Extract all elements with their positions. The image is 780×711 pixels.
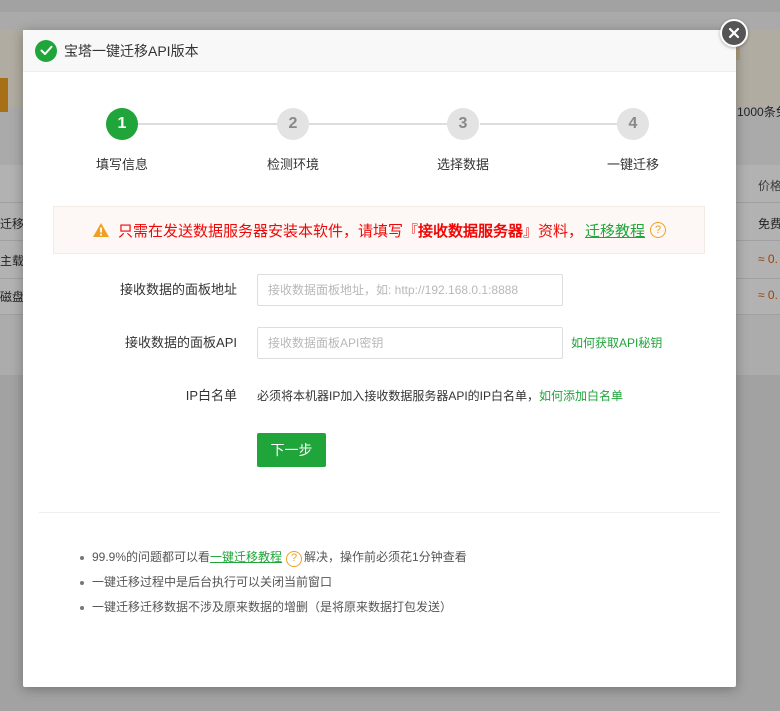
panel-address-row: 接收数据的面板地址 — [23, 274, 736, 306]
warning-text: 只需在发送数据服务器安装本软件，请填写 — [117, 222, 403, 240]
warning-quote-open: 『 — [402, 222, 418, 240]
step-label: 填写信息 — [95, 157, 148, 172]
close-button[interactable] — [720, 19, 748, 47]
migration-dialog: 宝塔一键迁移API版本 1 填写信息 2 检测环境 3 选择数据 4 一键迁移 … — [23, 30, 736, 687]
next-step-button[interactable]: 下一步 — [257, 433, 326, 467]
panel-address-input[interactable] — [257, 274, 563, 306]
step-1: 1 填写信息 — [62, 108, 182, 173]
check-circle-icon — [35, 39, 57, 62]
dialog-header: 宝塔一键迁移API版本 — [23, 30, 736, 72]
step-label: 选择数据 — [436, 157, 489, 172]
get-api-key-link[interactable]: 如何获取API秘钥 — [571, 327, 662, 359]
step-label: 检测环境 — [266, 157, 319, 172]
help-question-icon[interactable]: ? — [286, 550, 303, 567]
tip-text: 99.9%的问题都可以看 — [92, 550, 211, 564]
one-click-tutorial-link[interactable]: 一键迁移教程 — [210, 550, 282, 564]
warning-suffix: 资料， — [538, 222, 584, 240]
step-label: 一键迁移 — [606, 157, 659, 172]
ip-whitelist-description: 必须将本机器IP加入接收数据服务器API的IP白名单， — [257, 389, 540, 403]
step-number: 2 — [277, 108, 309, 140]
step-number: 3 — [447, 108, 479, 140]
warning-quote-close: 』 — [523, 222, 539, 240]
tip-item: 一键迁移过程中是后台执行可以关闭当前窗口 — [80, 570, 467, 595]
step-2: 2 检测环境 — [233, 108, 353, 173]
step-number: 4 — [617, 108, 649, 140]
panel-api-input[interactable] — [257, 327, 563, 359]
progress-steps: 1 填写信息 2 检测环境 3 选择数据 4 一键迁移 — [23, 108, 736, 178]
dialog-title: 宝塔一键迁移API版本 — [64, 42, 199, 59]
tip-item: 一键迁移迁移数据不涉及原来数据的增删（是将原来数据打包发送） — [80, 595, 467, 620]
migration-tutorial-link[interactable]: 迁移教程 — [585, 220, 645, 241]
panel-address-label: 接收数据的面板地址 — [119, 282, 237, 297]
step-4: 4 一键迁移 — [573, 108, 693, 173]
panel-api-row: 接收数据的面板API 如何获取API秘钥 — [23, 327, 736, 359]
ip-whitelist-text: 必须将本机器IP加入接收数据服务器API的IP白名单，如何添加白名单 — [257, 380, 623, 412]
close-icon — [728, 27, 740, 39]
warning-bold-text: 接收数据服务器 — [417, 222, 523, 240]
step-number: 1 — [106, 108, 138, 140]
divider — [39, 512, 720, 513]
warning-banner: 只需在发送数据服务器安装本软件，请填写 『 接收数据服务器 』 资料， 迁移教程… — [53, 206, 705, 254]
tip-item: 99.9%的问题都可以看一键迁移教程? 解决，操作前必须花1分钟查看 — [80, 545, 467, 570]
ip-whitelist-row: IP白名单 必须将本机器IP加入接收数据服务器API的IP白名单，如何添加白名单 — [23, 380, 736, 412]
panel-api-label: 接收数据的面板API — [125, 335, 237, 350]
ip-whitelist-label: IP白名单 — [185, 388, 237, 403]
step-3: 3 选择数据 — [403, 108, 523, 173]
add-whitelist-link[interactable]: 如何添加白名单 — [539, 389, 623, 403]
tips-list: 99.9%的问题都可以看一键迁移教程? 解决，操作前必须花1分钟查看 一键迁移过程… — [80, 545, 467, 620]
tip-text: 解决，操作前必须花1分钟查看 — [304, 550, 467, 564]
help-question-icon[interactable]: ? — [650, 222, 667, 238]
warning-triangle-icon — [92, 222, 110, 238]
